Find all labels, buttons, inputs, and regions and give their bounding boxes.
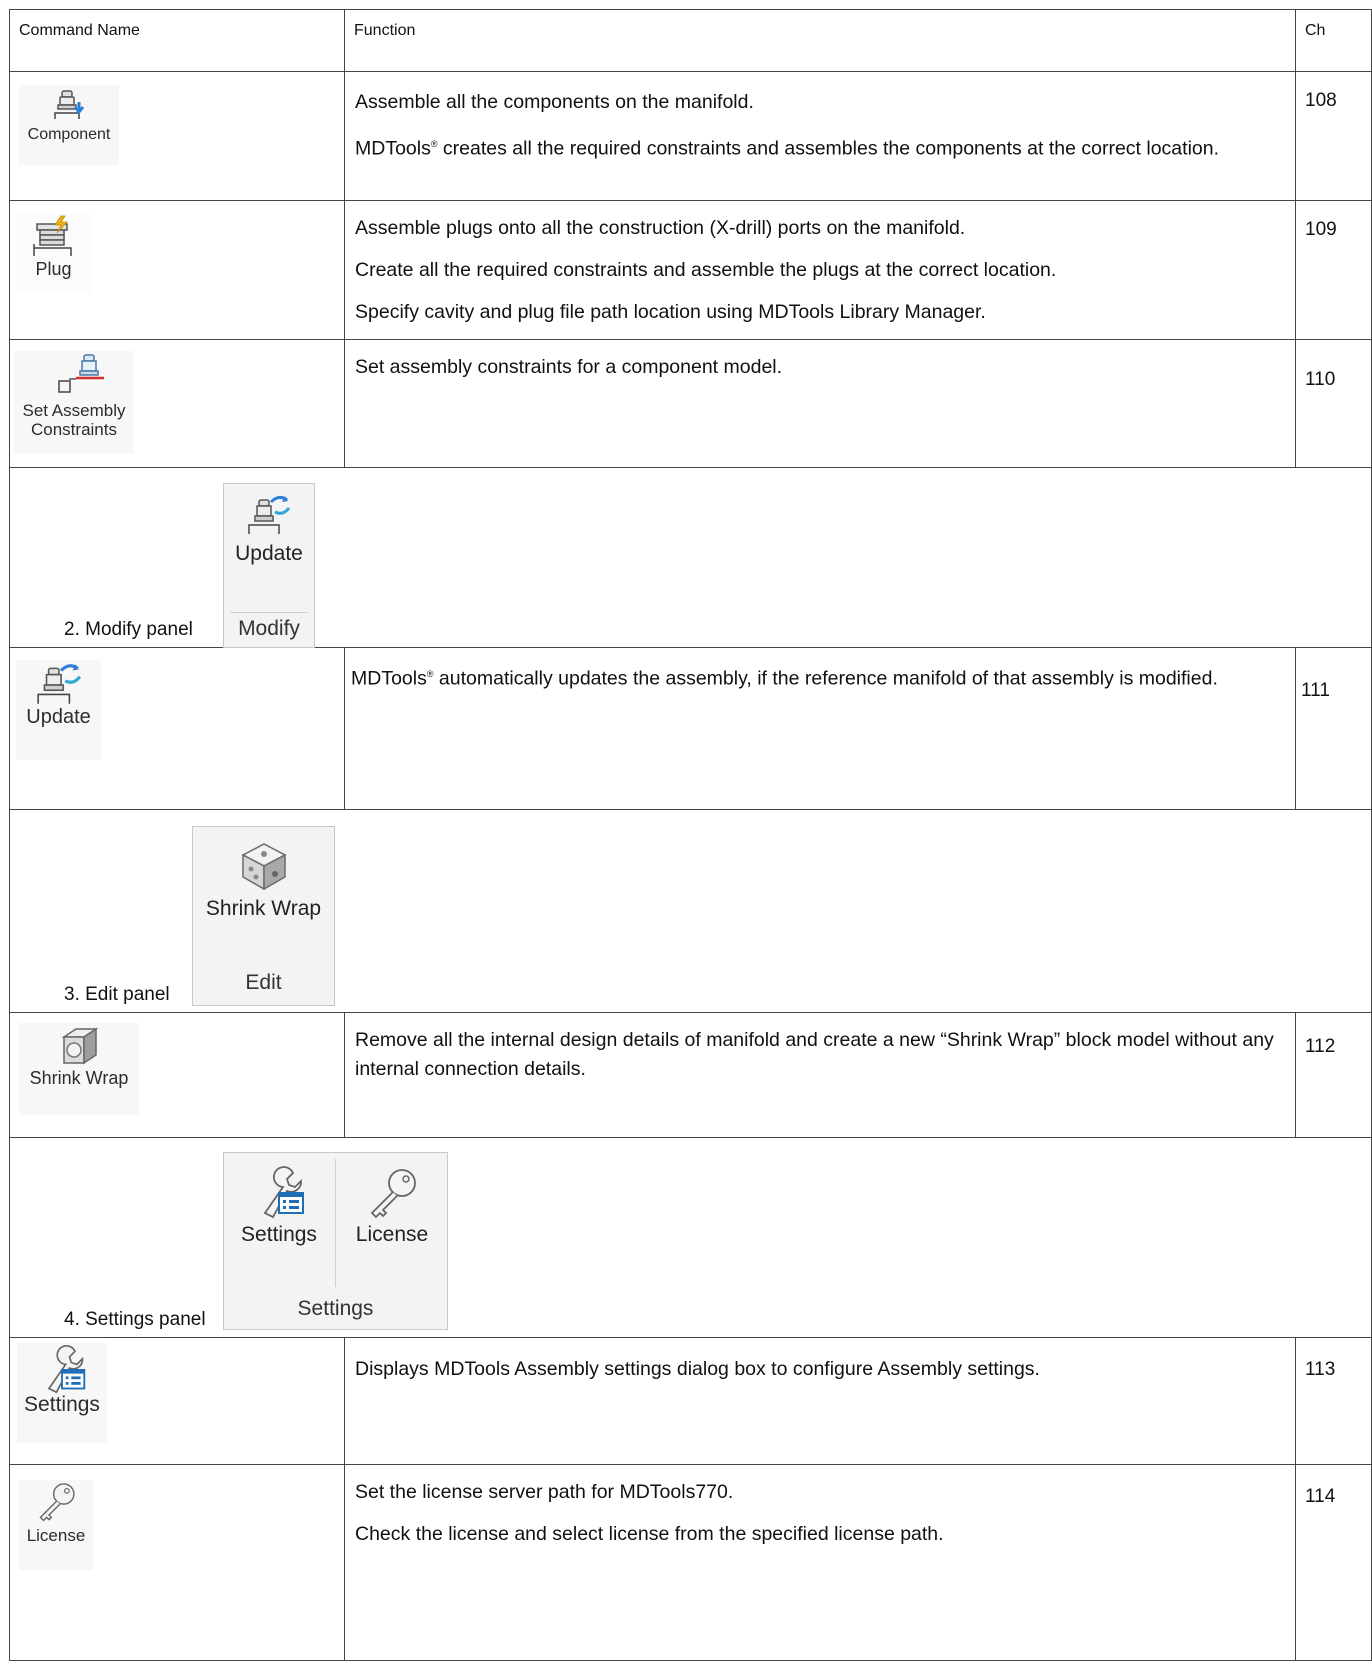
ch-component: 108 bbox=[1305, 90, 1337, 111]
settings-panel-label: 4. Settings panel bbox=[64, 1309, 206, 1330]
function-license: Set the license server path for MDTools7… bbox=[345, 1465, 1296, 1660]
function-shrink-wrap: Remove all the internal design details o… bbox=[345, 1013, 1296, 1137]
ch-set-assembly-constraints: 110 bbox=[1305, 369, 1336, 390]
ch-shrink-wrap: 112 bbox=[1305, 1036, 1336, 1057]
update-icon bbox=[36, 664, 81, 704]
table-row-license: License Set the license server path for … bbox=[9, 1465, 1372, 1661]
update-tile: Update bbox=[16, 660, 101, 760]
table-row-settings: Settings Displays MDTools Assembly setti… bbox=[9, 1338, 1372, 1465]
component-assemble-icon bbox=[54, 90, 85, 119]
assembly-constraints-icon bbox=[58, 354, 104, 393]
modify-panel-title: Modify bbox=[238, 617, 300, 640]
settings-panel-title: Settings bbox=[297, 1297, 374, 1320]
table-row-update: Update MDTools® automatically updates th… bbox=[9, 648, 1372, 810]
table-row-set-assembly-constraints: Set Assembly Constraints Set assembly co… bbox=[9, 340, 1372, 468]
shrink-wrap-icon bbox=[61, 1027, 99, 1065]
settings-tile: Settings bbox=[17, 1343, 107, 1443]
modify-panel-row: 2. Modify panel Update Modify bbox=[9, 468, 1372, 648]
license-tile: License bbox=[19, 1480, 93, 1570]
ribbon-update-button[interactable]: Update bbox=[224, 492, 314, 566]
constraints-tile: Set Assembly Constraints bbox=[14, 351, 134, 454]
component-tile: Component bbox=[19, 85, 119, 165]
modify-ribbon-panel: Update Modify bbox=[223, 483, 315, 648]
modify-panel-label: 2. Modify panel bbox=[64, 619, 193, 640]
shrink-wrap-tile: Shrink Wrap bbox=[19, 1023, 139, 1115]
header-ch: Ch bbox=[1305, 22, 1326, 39]
ch-license: 114 bbox=[1305, 1486, 1336, 1507]
table-row-plug: Plug Assemble plugs onto all the constru… bbox=[9, 201, 1372, 340]
function-settings: Displays MDTools Assembly settings dialo… bbox=[345, 1338, 1296, 1464]
ch-settings: 113 bbox=[1305, 1359, 1336, 1380]
plug-icon bbox=[32, 215, 72, 256]
edit-panel-title: Edit bbox=[245, 971, 282, 994]
command-table: Command Name Function Ch Component Assem… bbox=[9, 9, 1372, 1661]
ribbon-license-button[interactable]: License bbox=[336, 1165, 448, 1247]
ribbon-shrink-wrap-button[interactable]: Shrink Wrap bbox=[193, 839, 334, 921]
function-set-assembly-constraints: Set assembly constraints for a component… bbox=[345, 340, 1296, 467]
ch-update: 111 bbox=[1301, 680, 1330, 701]
license-key-icon bbox=[370, 1169, 416, 1219]
header-command-name: Command Name bbox=[10, 10, 345, 71]
license-key-icon bbox=[39, 1483, 75, 1522]
settings-icon bbox=[263, 1166, 304, 1219]
function-plug: Assemble plugs onto all the construction… bbox=[345, 201, 1296, 339]
function-update: MDTools® automatically updates the assem… bbox=[345, 648, 1296, 809]
settings-panel-row: 4. Settings panel Settings License Setti… bbox=[9, 1138, 1372, 1338]
function-component: Assemble all the components on the manif… bbox=[345, 72, 1296, 200]
settings-ribbon-panel: Settings License Settings bbox=[223, 1152, 448, 1330]
plug-tile: Plug bbox=[16, 214, 91, 292]
edit-panel-label: 3. Edit panel bbox=[64, 984, 170, 1005]
settings-icon bbox=[47, 1345, 86, 1394]
table-row-component: Component Assemble all the components on… bbox=[9, 72, 1372, 201]
update-icon bbox=[248, 495, 291, 534]
edit-panel-row: 3. Edit panel Shrink Wrap Edit bbox=[9, 810, 1372, 1013]
table-row-shrink-wrap: Shrink Wrap Remove all the internal desi… bbox=[9, 1013, 1372, 1138]
ch-plug: 109 bbox=[1305, 219, 1337, 240]
table-header-row: Command Name Function Ch bbox=[9, 9, 1372, 72]
ribbon-settings-button[interactable]: Settings bbox=[224, 1165, 334, 1247]
edit-ribbon-panel: Shrink Wrap Edit bbox=[192, 826, 335, 1006]
header-function: Function bbox=[345, 10, 1296, 71]
shrink-wrap-icon bbox=[240, 843, 287, 891]
